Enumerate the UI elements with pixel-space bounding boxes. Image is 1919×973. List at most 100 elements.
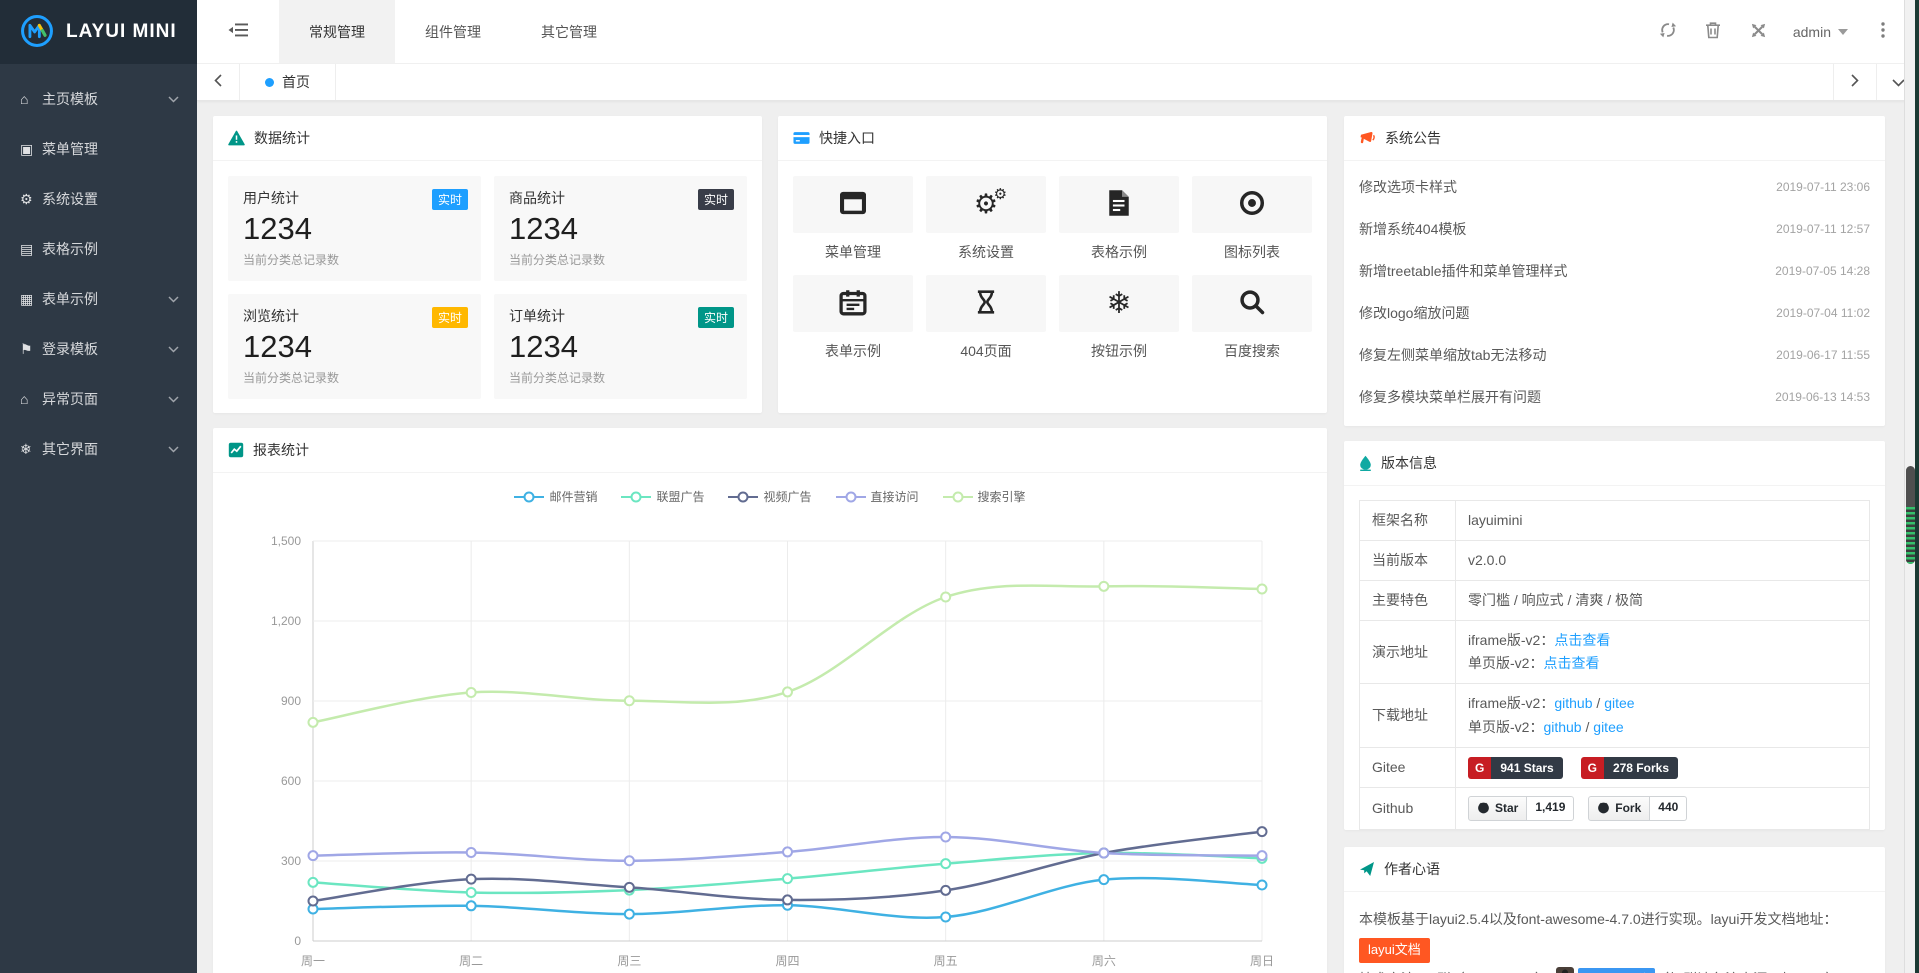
chevron-down-icon (168, 296, 179, 303)
fullscreen-button[interactable] (1736, 0, 1781, 64)
svg-text:1,500: 1,500 (271, 534, 301, 548)
refresh-button[interactable] (1646, 0, 1691, 64)
line-chart-icon (228, 442, 244, 458)
legend-item[interactable]: 直接访问 (836, 488, 919, 505)
status-badge: 实时 (432, 189, 468, 210)
legend-label: 邮件营销 (549, 488, 597, 505)
gitee-forks-badge[interactable]: G 278 Forks (1581, 757, 1678, 779)
page-scrollbar-track[interactable] (1904, 0, 1915, 973)
chevron-down-icon (168, 346, 179, 353)
demo-iframe-link[interactable]: 点击查看 (1554, 632, 1610, 648)
form-icon: ▦ (20, 291, 42, 308)
file-icon (1107, 189, 1131, 220)
stat-box-orders: 订单统计 1234 当前分类总记录数 实时 (494, 294, 747, 399)
legend-item[interactable]: 联盟广告 (621, 488, 704, 505)
stat-box-views: 浏览统计 1234 当前分类总记录数 实时 (228, 294, 481, 399)
quick-item-icon-list[interactable]: 图标列表 (1192, 176, 1312, 271)
legend-item[interactable]: 邮件营销 (514, 488, 597, 505)
page-scrollbar-thumb[interactable] (1906, 466, 1915, 564)
credit-card-icon (793, 131, 810, 145)
quick-item-button-demo[interactable]: ❄ 按钮示例 (1059, 275, 1179, 370)
author-words-title: 作者心语 (1384, 859, 1440, 879)
quick-item-menu-manage[interactable]: 菜单管理 (793, 176, 913, 271)
header-tab-other[interactable]: 其它管理 (511, 0, 627, 63)
user-dropdown[interactable]: admin (1781, 24, 1860, 40)
tab-scroll-right-button[interactable] (1833, 64, 1876, 100)
github-octocat-icon (1477, 801, 1490, 816)
window-icon (838, 190, 868, 219)
sidebar-item-error-pages[interactable]: ⌂ 异常页面 (0, 374, 197, 424)
tab-scroll-left-button[interactable] (197, 64, 240, 100)
github-star-badge[interactable]: Star 1,419 (1468, 796, 1574, 821)
warning-triangle-icon (228, 130, 245, 146)
github-fork-badge[interactable]: Fork 440 (1588, 796, 1687, 821)
chevron-down-icon (168, 446, 179, 453)
svg-text:1,200: 1,200 (271, 614, 301, 628)
layui-doc-badge[interactable]: layui文档 (1359, 938, 1430, 963)
quick-item-system-settings[interactable]: ⚙⚙ 系统设置 (926, 176, 1046, 271)
header-tab-general[interactable]: 常规管理 (279, 0, 395, 63)
download-gitee-link[interactable]: gitee (1604, 695, 1634, 711)
version-info-title: 版本信息 (1381, 453, 1437, 473)
author-paragraph: 本模板基于layui2.5.4以及font-awesome-4.7.0进行实现。… (1359, 904, 1870, 934)
notice-row: 修复多模块菜单栏展开有问题 2019-06-13 14:53 (1344, 376, 1885, 418)
legend-item[interactable]: 视频广告 (728, 488, 811, 505)
more-menu-button[interactable] (1860, 0, 1905, 64)
sidebar: LAYUI MINI ⌂ 主页模板 ▣ 菜单管理 ⚙ 系统设置 ▤ 表格示例 ▦… (0, 0, 197, 973)
gitee-logo-icon: G (1581, 757, 1604, 779)
gears-icon: ⚙⚙ (974, 191, 998, 218)
hourglass-icon (973, 288, 999, 319)
download-gitee-link[interactable]: gitee (1593, 719, 1623, 735)
quick-entry-card: 快捷入口 菜单管理 ⚙⚙ 系统设置 (778, 116, 1327, 413)
download-github-link[interactable]: github (1543, 719, 1581, 735)
flag-icon: ⚑ (20, 341, 42, 358)
table-row: 当前版本 v2.0.0 (1360, 541, 1870, 581)
sidebar-item-table-demo[interactable]: ▤ 表格示例 (0, 224, 197, 274)
data-stats-card: 数据统计 用户统计 1234 当前分类总记录数 实时 商品统计 1234 当前分… (213, 116, 762, 413)
demo-onepage-link[interactable]: 点击查看 (1543, 655, 1599, 671)
quick-item-form-demo[interactable]: 表单示例 (793, 275, 913, 370)
notice-row: 新增系统404模板 2019-07-11 12:57 (1344, 208, 1885, 250)
gitee-stars-badge[interactable]: G 941 Stars (1468, 757, 1563, 779)
active-tab-dot (265, 78, 274, 87)
svg-text:周四: 周四 (775, 954, 799, 968)
legend-item[interactable]: 搜索引擎 (943, 488, 1026, 505)
header-tab-components[interactable]: 组件管理 (395, 0, 511, 63)
quick-item-baidu-search[interactable]: 百度搜索 (1192, 275, 1312, 370)
quick-item-404-page[interactable]: 404页面 (926, 275, 1046, 370)
clear-cache-button[interactable] (1691, 0, 1736, 64)
tabbar-spacer (336, 64, 1833, 100)
sidebar-menu: ⌂ 主页模板 ▣ 菜单管理 ⚙ 系统设置 ▤ 表格示例 ▦ 表单示例 ⚑ 登录模… (0, 64, 197, 474)
report-chart-card: 报表统计 邮件营销联盟广告视频广告直接访问搜索引擎 03006009001,20… (213, 428, 1327, 973)
sidebar-item-home-template[interactable]: ⌂ 主页模板 (0, 74, 197, 124)
kebab-menu-icon (1881, 22, 1885, 41)
tab-home[interactable]: 首页 (240, 64, 336, 100)
sidebar-item-menu-manage[interactable]: ▣ 菜单管理 (0, 124, 197, 174)
refresh-icon (1659, 21, 1677, 42)
window-icon: ▣ (20, 141, 42, 158)
collapse-menu-icon (228, 23, 248, 40)
data-stats-title: 数据统计 (254, 128, 310, 148)
quick-item-table-demo[interactable]: 表格示例 (1059, 176, 1179, 271)
sidebar-item-login-template[interactable]: ⚑ 登录模板 (0, 324, 197, 374)
table-row: Gitee G 941 Stars G 278 Forks (1360, 747, 1870, 787)
sidebar-item-other-pages[interactable]: ❄ 其它界面 (0, 424, 197, 474)
author-words-card: 作者心语 本模板基于layui2.5.4以及font-awesome-4.7.0… (1344, 847, 1885, 973)
gitee-logo-icon: G (1468, 757, 1491, 779)
app-logo[interactable]: LAYUI MINI (0, 0, 197, 64)
github-octocat-icon (1597, 801, 1610, 816)
megaphone-icon (1359, 130, 1376, 146)
sidebar-item-form-demo[interactable]: ▦ 表单示例 (0, 274, 197, 324)
sidebar-item-system-settings[interactable]: ⚙ 系统设置 (0, 174, 197, 224)
collapse-menu-button[interactable] (197, 0, 279, 63)
paper-plane-icon (1359, 861, 1375, 877)
notice-row: 修改选项卡样式 2019-07-11 23:06 (1344, 166, 1885, 208)
table-row: 下载地址 iframe版-v2：github / gitee 单页版-v2：gi… (1360, 684, 1870, 747)
download-github-link[interactable]: github (1554, 695, 1592, 711)
report-chart-title: 报表统计 (253, 440, 309, 460)
caret-down-icon (1838, 29, 1848, 35)
join-qq-badge[interactable]: 加入QQ群 (1578, 968, 1655, 973)
snowflake-icon: ❄ (1106, 289, 1131, 319)
stat-box-users: 用户统计 1234 当前分类总记录数 实时 (228, 176, 481, 281)
chevron-left-icon (214, 74, 222, 90)
